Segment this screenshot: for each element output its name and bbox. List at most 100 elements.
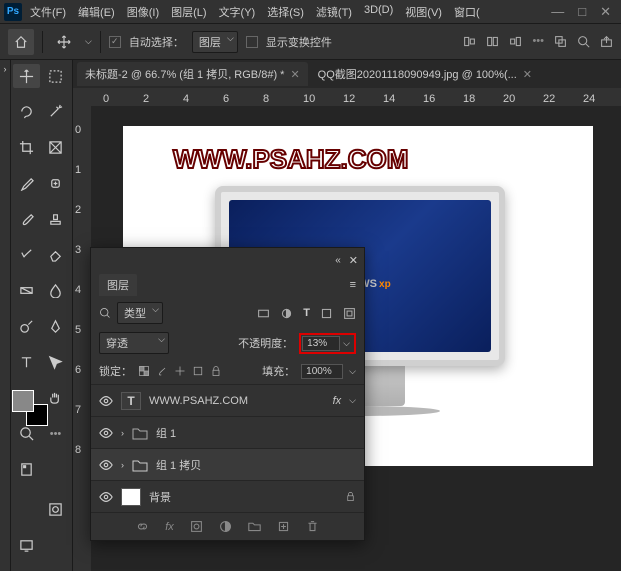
eraser-tool[interactable] <box>42 243 69 267</box>
filter-shape-icon[interactable] <box>320 307 333 320</box>
chevron-down-icon[interactable]: ⌵ <box>340 338 353 349</box>
menu-window[interactable]: 窗口( <box>454 4 480 20</box>
quickmask-tool[interactable] <box>42 497 69 521</box>
home-icon[interactable] <box>8 29 34 55</box>
lock-move-icon[interactable] <box>174 365 186 377</box>
gradient-tool[interactable] <box>13 279 40 303</box>
align-icon[interactable] <box>486 35 499 48</box>
filter-pixel-icon[interactable] <box>257 307 270 320</box>
menu-file[interactable]: 文件(F) <box>30 4 66 20</box>
close-icon[interactable]: ✕ <box>600 4 611 20</box>
screenmode-tool[interactable] <box>13 533 40 557</box>
collapse-icon[interactable]: « <box>335 255 341 266</box>
menu-3d[interactable]: 3D(D) <box>364 4 393 20</box>
visibility-icon[interactable] <box>99 394 113 408</box>
share-icon[interactable] <box>600 35 613 48</box>
color-swatches[interactable] <box>12 390 48 426</box>
auto-select-checkbox[interactable]: ✓ <box>109 36 121 48</box>
document-tabs: 未标题-2 @ 66.7% (组 1 拷贝, RGB/8#) * ✕ QQ截图2… <box>73 60 621 88</box>
align-icon[interactable] <box>509 35 522 48</box>
edit-toolbar[interactable] <box>13 457 40 481</box>
auto-select-dropdown[interactable]: 图层 <box>192 31 238 53</box>
menu-view[interactable]: 视图(V) <box>405 4 442 20</box>
menu-select[interactable]: 选择(S) <box>267 4 304 20</box>
align-icon[interactable] <box>463 35 476 48</box>
marquee-tool[interactable] <box>42 64 69 88</box>
fx-icon[interactable]: fx <box>165 521 174 533</box>
tab-close-icon[interactable]: ✕ <box>290 68 299 81</box>
tools-panel: ••• <box>11 60 73 571</box>
type-tool[interactable] <box>13 350 40 374</box>
tab-active[interactable]: 未标题-2 @ 66.7% (组 1 拷贝, RGB/8#) * ✕ <box>77 62 308 86</box>
eyedropper-tool[interactable] <box>13 171 40 195</box>
lasso-tool[interactable] <box>13 100 40 124</box>
filter-dropdown[interactable]: 类型 <box>117 302 163 324</box>
crop-tool[interactable] <box>13 136 40 160</box>
fill-input[interactable]: 100% <box>301 364 343 379</box>
tab-inactive[interactable]: QQ截图20201118090949.jpg @ 100%(... ✕ <box>310 62 540 86</box>
move-tool[interactable] <box>13 64 40 88</box>
lock-trans-icon[interactable] <box>138 365 150 377</box>
visibility-icon[interactable] <box>99 426 113 440</box>
blur-tool[interactable] <box>42 279 69 303</box>
layer-item[interactable]: T WWW.PSAHZ.COM fx ⌵ <box>91 384 364 416</box>
align-icons: ••• <box>463 35 613 48</box>
chevron-down-icon[interactable]: ⌵ <box>349 366 356 377</box>
stamp-tool[interactable] <box>42 207 69 231</box>
menu-layer[interactable]: 图层(L) <box>171 4 206 20</box>
healing-tool[interactable] <box>42 171 69 195</box>
move-tool-icon[interactable] <box>51 29 77 55</box>
new-layer-icon[interactable] <box>277 520 290 533</box>
group-icon[interactable] <box>248 520 261 533</box>
layer-item-selected[interactable]: › 组 1 拷贝 <box>91 448 364 480</box>
menu-image[interactable]: 图像(I) <box>127 4 159 20</box>
layer-thumbnail <box>121 488 141 506</box>
dodge-tool[interactable] <box>13 314 40 338</box>
lock-all-icon[interactable] <box>210 365 222 377</box>
lock-brush-icon[interactable] <box>156 365 168 377</box>
path-tool[interactable] <box>42 350 69 374</box>
expand-icon[interactable]: › <box>121 428 124 438</box>
tab-close-icon[interactable]: ✕ <box>523 68 532 81</box>
frame-tool[interactable] <box>42 136 69 160</box>
visibility-icon[interactable] <box>99 458 113 472</box>
app-logo: Ps <box>4 3 22 21</box>
layers-tab[interactable]: 图层 <box>99 274 137 296</box>
filter-adjust-icon[interactable] <box>280 307 293 320</box>
maximize-icon[interactable]: □ <box>578 4 586 20</box>
chevron-down-icon[interactable]: ⌵ <box>85 36 92 47</box>
filter-type-icon[interactable]: T <box>303 307 310 320</box>
visibility-icon[interactable] <box>99 490 113 504</box>
search-icon[interactable] <box>577 35 590 48</box>
layer-name: 组 1 <box>156 425 176 441</box>
mask-icon[interactable] <box>190 520 203 533</box>
opacity-input[interactable]: 13% <box>302 336 340 351</box>
expand-icon[interactable]: › <box>121 460 124 470</box>
minimize-icon[interactable]: — <box>551 4 564 20</box>
history-brush-tool[interactable] <box>13 243 40 267</box>
watermark-text: WWW.PSAHZ.COM <box>173 144 408 175</box>
show-transform-checkbox[interactable] <box>246 36 258 48</box>
overlap-icon[interactable] <box>554 35 567 48</box>
blend-mode-dropdown[interactable]: 穿透 <box>99 332 169 354</box>
menu-type[interactable]: 文字(Y) <box>219 4 256 20</box>
filter-smart-icon[interactable] <box>343 307 356 320</box>
link-icon[interactable] <box>136 520 149 533</box>
menu-edit[interactable]: 编辑(E) <box>78 4 115 20</box>
panel-menu-icon[interactable]: ≡ <box>350 279 356 291</box>
layer-item[interactable]: › 组 1 <box>91 416 364 448</box>
pen-tool[interactable] <box>42 314 69 338</box>
brush-tool[interactable] <box>13 207 40 231</box>
layer-actions: fx <box>91 512 364 540</box>
lock-artboard-icon[interactable] <box>192 365 204 377</box>
fx-badge[interactable]: fx <box>333 395 342 407</box>
chevron-down-icon[interactable]: ⌵ <box>349 395 356 406</box>
menu-filter[interactable]: 滤镜(T) <box>316 4 352 20</box>
panel-close-icon[interactable]: ✕ <box>349 254 358 267</box>
adjustment-icon[interactable] <box>219 520 232 533</box>
blend-row: 穿透 不透明度： 13% ⌵ <box>91 328 364 358</box>
foreground-swatch[interactable] <box>12 390 34 412</box>
delete-icon[interactable] <box>306 520 319 533</box>
wand-tool[interactable] <box>42 100 69 124</box>
layer-item[interactable]: 背景 <box>91 480 364 512</box>
